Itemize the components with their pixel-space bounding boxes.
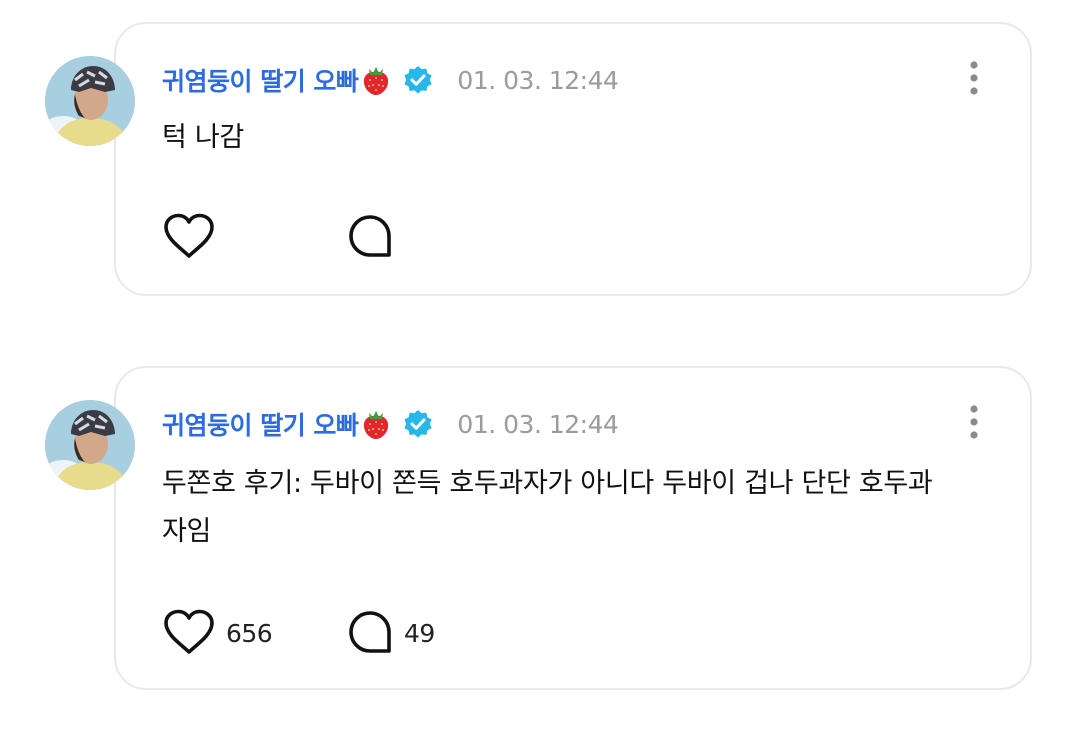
- strawberry-icon: [359, 63, 393, 97]
- heart-icon: [162, 609, 216, 657]
- post-content: 두쫀호 후기: 두바이 쫀득 호두과자가 아니다 두바이 겁나 단단 호두과자임: [162, 468, 933, 547]
- verified-badge-icon: [403, 65, 433, 95]
- more-options-icon[interactable]: [968, 60, 980, 96]
- like-button[interactable]: [162, 212, 226, 262]
- post-header: 귀염둥이 딸기 오빠 01. 03. 12:44: [162, 60, 619, 100]
- post-actions: [162, 212, 562, 262]
- username[interactable]: 귀염둥이 딸기 오빠: [162, 406, 359, 442]
- post-timestamp: 01. 03. 12:44: [457, 65, 619, 95]
- post-header: 귀염둥이 딸기 오빠 01. 03. 12:44: [162, 404, 619, 444]
- heart-icon: [162, 213, 216, 261]
- like-button[interactable]: 656: [162, 608, 273, 658]
- comment-button[interactable]: 49: [346, 608, 435, 658]
- username[interactable]: 귀염둥이 딸기 오빠: [162, 62, 359, 98]
- avatar[interactable]: [45, 56, 135, 146]
- more-options-icon[interactable]: [968, 404, 980, 440]
- post-timestamp: 01. 03. 12:44: [457, 409, 619, 439]
- verified-badge-icon: [403, 409, 433, 439]
- strawberry-icon: [359, 407, 393, 441]
- post-content: 턱 나감: [162, 122, 244, 153]
- post-card[interactable]: 귀염둥이 딸기 오빠: [114, 366, 1032, 690]
- post-card[interactable]: 귀염둥이 딸기 오빠: [114, 22, 1032, 296]
- comment-icon: [346, 213, 394, 261]
- comment-icon: [346, 609, 394, 657]
- like-count: 656: [226, 618, 273, 648]
- comment-count: 49: [404, 618, 435, 648]
- post-actions: 656 49: [162, 608, 562, 658]
- comment-button[interactable]: [346, 212, 404, 262]
- avatar[interactable]: [45, 400, 135, 490]
